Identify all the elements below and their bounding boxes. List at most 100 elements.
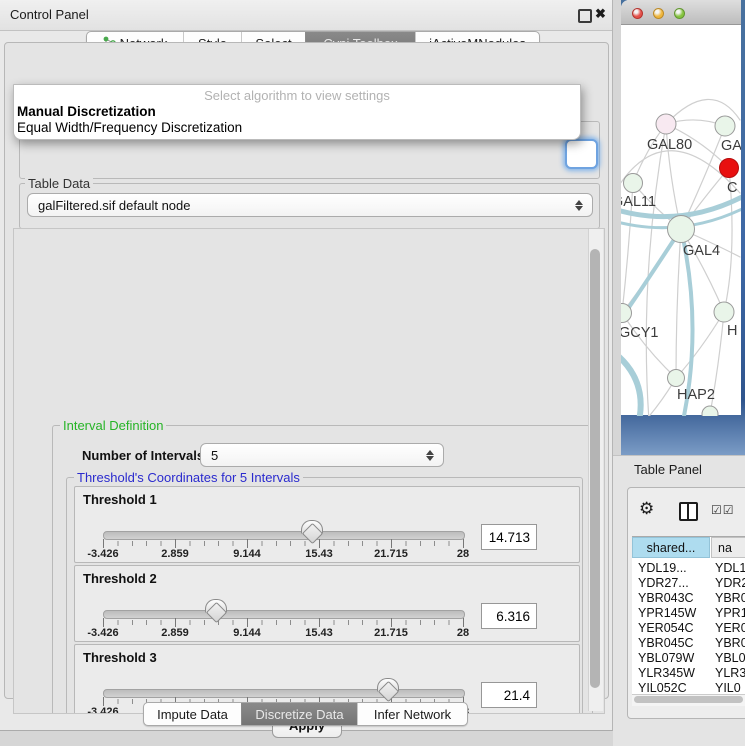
- cell-name: YER0: [715, 621, 745, 635]
- threshold-2-label: Threshold 2: [83, 571, 157, 586]
- bottom-tab-impute-data[interactable]: Impute Data: [144, 703, 241, 725]
- threshold-2-slider-track[interactable]: [103, 610, 465, 619]
- table-row[interactable]: YLR345WYLR3: [632, 666, 745, 681]
- cell-shared-name: YER054C: [638, 621, 694, 635]
- network-view-window: GAL80GACGAL11GAL4HGCY1HAP2: [621, 0, 741, 415]
- network-window-titlebar: [621, 0, 741, 25]
- axis-tick-label: 15.43: [305, 627, 333, 639]
- table-row[interactable]: YDL19... YDL1: [632, 561, 745, 576]
- table-row[interactable]: YBL079WYBL0: [632, 651, 745, 666]
- network-node-gal4[interactable]: [668, 216, 695, 243]
- bottom-tab-infer-network-label: Infer Network: [374, 707, 451, 722]
- float-window-icon[interactable]: [578, 9, 592, 23]
- control-panel-title: Control Panel: [10, 7, 89, 22]
- network-window-frame: GAL80GACGAL11GAL4HGCY1HAP2: [621, 0, 745, 455]
- table-row[interactable]: YBR045C YBR0: [632, 636, 745, 651]
- number-of-intervals-combobox[interactable]: 5: [200, 443, 444, 467]
- axis-tick-label: -3.426: [87, 706, 118, 714]
- network-edge[interactable]: [676, 312, 724, 378]
- algorithm-combobox[interactable]: [565, 139, 598, 169]
- threshold-2-slider-thumb[interactable]: [205, 599, 227, 613]
- threshold-1-slider-track[interactable]: [103, 531, 465, 540]
- cell-shared-name: YDL19...: [638, 561, 687, 575]
- cell-name: YBR0: [715, 636, 745, 650]
- axis-tick-label: 9.144: [233, 627, 261, 639]
- axis-tick-label: 21.715: [374, 627, 408, 639]
- bottom-tab-discretize-data[interactable]: Discretize Data: [241, 703, 357, 725]
- threshold-1-panel: Threshold 1-3.4262.8599.14415.4321.71528…: [74, 486, 580, 563]
- table-row[interactable]: YPR145W YPR1: [632, 606, 745, 621]
- cell-name: YDL1: [715, 561, 745, 575]
- algorithm-option-manual-discretization[interactable]: Manual Discretization: [17, 104, 156, 119]
- node-label-gcy1: GCY1: [621, 325, 659, 341]
- table-panel-title: Table Panel: [634, 462, 702, 477]
- threshold-3-label: Threshold 3: [83, 650, 157, 665]
- network-node-c[interactable]: [720, 159, 739, 178]
- network-node-hap2[interactable]: [668, 370, 685, 387]
- threshold-1-value-field[interactable]: 14.713: [481, 524, 537, 550]
- table-row[interactable]: YER054C YER0: [632, 621, 745, 636]
- threshold-1-slider-thumb[interactable]: [301, 520, 323, 534]
- network-canvas[interactable]: GAL80GACGAL11GAL4HGCY1HAP2: [621, 25, 741, 415]
- algorithm-placeholder: Select algorithm to view settings: [14, 88, 580, 103]
- algorithm-option-equal-width-frequency-discretization[interactable]: Equal Width/Frequency Discretization: [17, 120, 242, 135]
- axis-tick-label: 9.144: [233, 548, 261, 560]
- cell-name: YPR1: [715, 606, 745, 620]
- zoom-traffic-light[interactable]: [674, 8, 685, 19]
- close-icon[interactable]: ✖: [595, 6, 606, 22]
- table-row[interactable]: YBR043CYBR0: [632, 591, 745, 606]
- network-node-ga[interactable]: [715, 116, 735, 136]
- network-edge[interactable]: [676, 229, 681, 378]
- threshold-3-value-field[interactable]: 21.4: [481, 682, 537, 708]
- bottom-tab-infer-network[interactable]: Infer Network: [357, 703, 467, 725]
- cell-shared-name: YIL052C: [638, 681, 687, 695]
- network-node[interactable]: [702, 406, 718, 415]
- table-row[interactable]: YDR27...YDR2: [632, 576, 745, 591]
- axis-tick-label: 28: [457, 627, 469, 639]
- axis-tick-label: 2.859: [161, 627, 189, 639]
- axis-tick-label: 28: [457, 548, 469, 560]
- combo-arrows-icon: [426, 450, 434, 461]
- network-node-h[interactable]: [714, 302, 734, 322]
- interval-definition-label: Interval Definition: [60, 418, 166, 433]
- combo-arrows-icon: [575, 200, 583, 211]
- node-label-gal11: GAL11: [621, 194, 656, 210]
- close-traffic-light[interactable]: [632, 8, 643, 19]
- table-data-combobox-value: galFiltered.sif default node: [38, 198, 190, 213]
- node-table[interactable]: shared... na YDL19...YDL1YDR27...YDR2YBR…: [632, 536, 745, 696]
- control-panel-titlebar: Control Panel ✖: [0, 0, 612, 31]
- checkboxes-icon[interactable]: ☑☑: [711, 503, 735, 517]
- axis-tick-label: 2.859: [161, 548, 189, 560]
- node-label-hap2: HAP2: [677, 387, 715, 403]
- network-edge[interactable]: [621, 355, 641, 415]
- column-header-name[interactable]: na: [711, 537, 745, 558]
- threshold-3-slider-track[interactable]: [103, 689, 465, 698]
- table-horizontal-scrollbar-thumb[interactable]: [634, 696, 743, 703]
- threshold-1-label: Threshold 1: [83, 492, 157, 507]
- settings-scroll-pane: Interval Definition Number of Intervals …: [13, 228, 605, 714]
- number-of-intervals-label: Number of Intervals: [82, 448, 204, 463]
- cell-name: YBL0: [715, 651, 745, 665]
- network-node-gal11[interactable]: [624, 174, 643, 193]
- algorithm-dropdown-popup: Select algorithm to view settings Manual…: [13, 84, 581, 140]
- cell-name: YIL0: [715, 681, 741, 695]
- thresholds-group-label: Threshold's Coordinates for 5 Intervals: [74, 470, 303, 485]
- minimize-traffic-light[interactable]: [653, 8, 664, 19]
- threshold-3-slider-thumb[interactable]: [377, 678, 399, 692]
- cell-shared-name: YBR045C: [638, 636, 694, 650]
- node-label-gal4: GAL4: [683, 243, 720, 259]
- cell-shared-name: YPR145W: [638, 606, 696, 620]
- column-header-shared-name[interactable]: shared...: [632, 537, 710, 558]
- threshold-2-value-field[interactable]: 6.316: [481, 603, 537, 629]
- vertical-scrollbar-thumb[interactable]: [590, 249, 600, 688]
- split-columns-icon[interactable]: [679, 502, 698, 521]
- node-label-ga: GA: [721, 138, 741, 154]
- network-node-gal80[interactable]: [656, 114, 676, 134]
- node-label-c: C: [727, 180, 737, 196]
- threshold-2-panel: Threshold 2-3.4262.8599.14415.4321.71528…: [74, 565, 580, 642]
- gear-icon[interactable]: ⚙: [639, 499, 654, 519]
- cell-shared-name: YDR27...: [638, 576, 689, 590]
- axis-tick-label: 15.43: [305, 548, 333, 560]
- cell-shared-name: YBR043C: [638, 591, 694, 605]
- table-data-combobox[interactable]: galFiltered.sif default node: [27, 193, 593, 217]
